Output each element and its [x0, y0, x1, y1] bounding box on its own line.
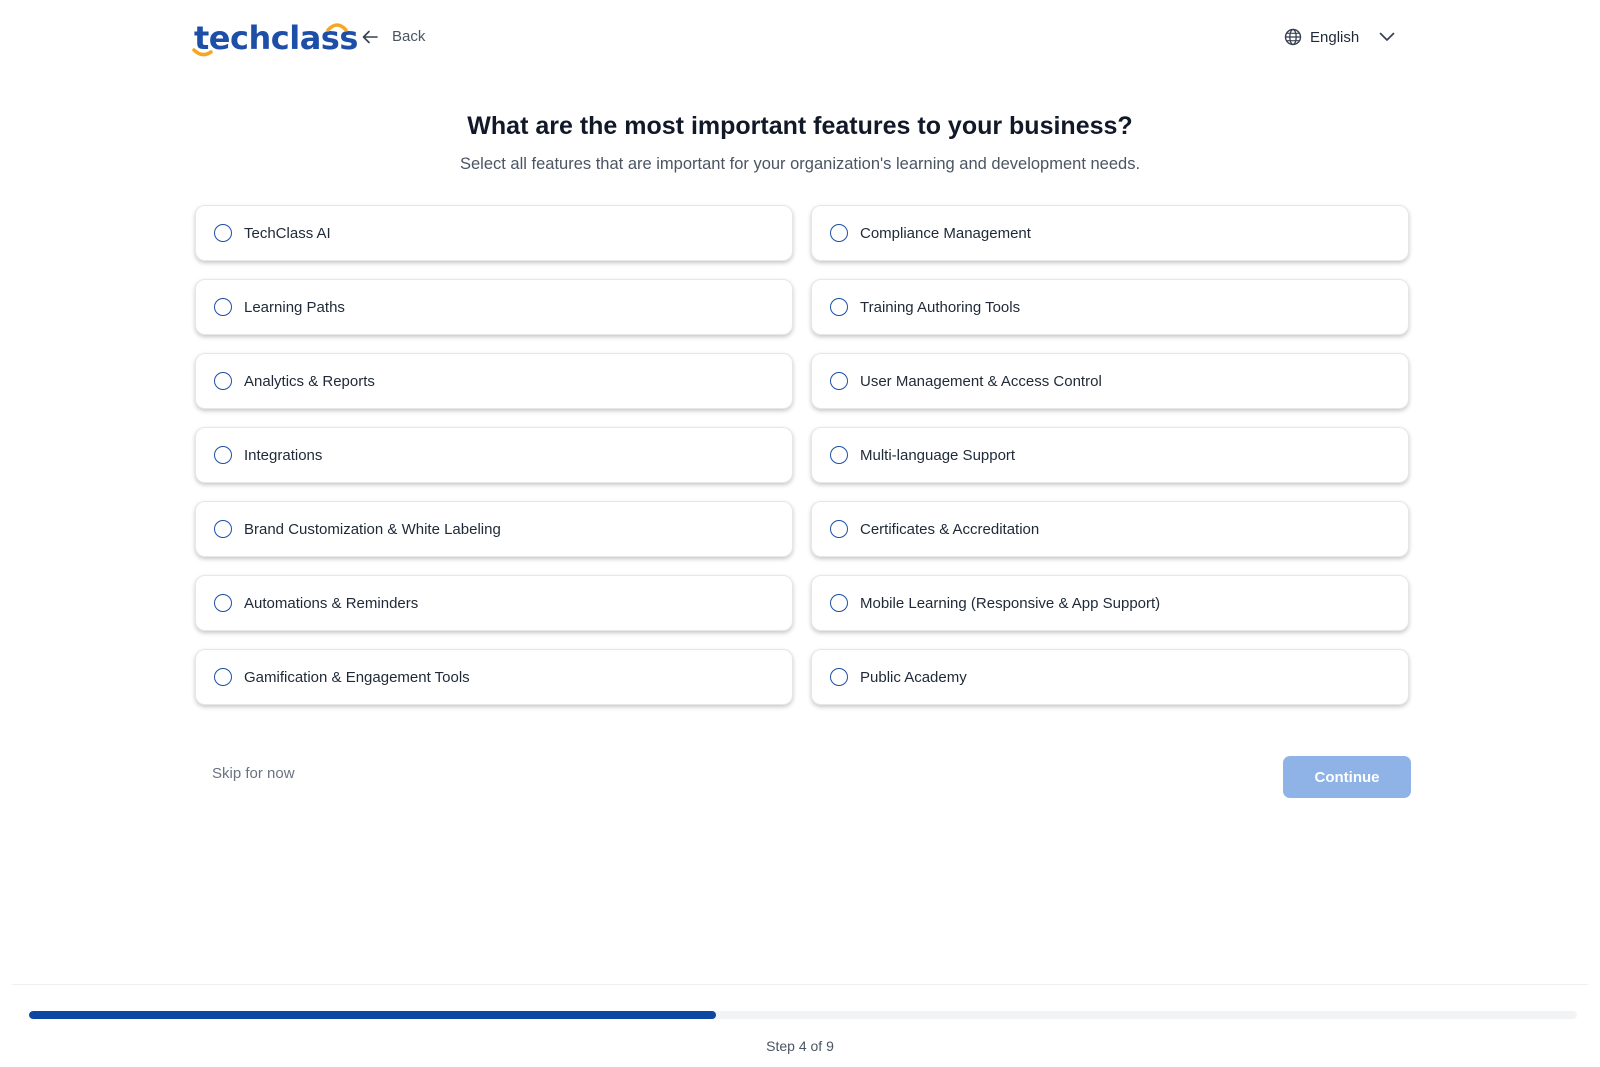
option-label: TechClass AI — [244, 224, 331, 242]
option-label: Integrations — [244, 446, 323, 464]
progress-bar-fill — [29, 1011, 717, 1019]
option-label: Training Authoring Tools — [860, 298, 1021, 316]
radio-circle-icon[interactable] — [214, 520, 232, 538]
option-compliance-management[interactable]: Compliance Management — [811, 205, 1409, 261]
page-title: What are the most important features to … — [467, 112, 1133, 140]
radio-circle-icon[interactable] — [830, 372, 848, 390]
page-subtitle: Select all features that are important f… — [459, 155, 1141, 173]
option-user-management[interactable]: User Management & Access Control — [811, 353, 1409, 409]
option-label: Learning Paths — [244, 298, 345, 316]
header: techclass Back English — [0, 0, 1600, 80]
option-automations-reminders[interactable]: Automations & Reminders — [195, 575, 793, 631]
option-public-academy[interactable]: Public Academy — [811, 649, 1409, 705]
radio-circle-icon[interactable] — [830, 594, 848, 612]
radio-circle-icon[interactable] — [830, 298, 848, 316]
option-label: Gamification & Engagement Tools — [244, 668, 470, 686]
option-label: User Management & Access Control — [860, 372, 1102, 390]
option-label: Public Academy — [860, 668, 967, 686]
option-multi-language-support[interactable]: Multi-language Support — [811, 427, 1409, 483]
radio-circle-icon[interactable] — [830, 446, 848, 464]
option-label: Automations & Reminders — [244, 594, 419, 612]
logo-arc-bottom-icon — [192, 48, 213, 57]
option-label: Brand Customization & White Labeling — [244, 520, 501, 538]
option-label: Multi-language Support — [860, 446, 1016, 464]
arrow-left-icon — [362, 30, 378, 43]
back-label: Back — [392, 28, 426, 45]
techclass-logo[interactable]: techclass — [192, 18, 358, 64]
globe-icon — [1284, 28, 1302, 46]
option-label: Mobile Learning (Responsive & App Suppor… — [860, 594, 1161, 612]
language-label: English — [1310, 28, 1360, 46]
option-brand-customization[interactable]: Brand Customization & White Labeling — [195, 501, 793, 557]
option-mobile-learning[interactable]: Mobile Learning (Responsive & App Suppor… — [811, 575, 1409, 631]
language-selector[interactable]: English — [1284, 28, 1395, 46]
continue-button[interactable]: Continue — [1283, 756, 1411, 798]
radio-circle-icon[interactable] — [830, 224, 848, 242]
radio-circle-icon[interactable] — [214, 668, 232, 686]
radio-circle-icon[interactable] — [830, 520, 848, 538]
option-integrations[interactable]: Integrations — [195, 427, 793, 483]
option-label: Compliance Management — [860, 224, 1031, 242]
radio-circle-icon[interactable] — [830, 668, 848, 686]
radio-circle-icon[interactable] — [214, 224, 232, 242]
option-training-authoring-tools[interactable]: Training Authoring Tools — [811, 279, 1409, 335]
onboarding-page: techclass Back English What are the most… — [0, 0, 1600, 1067]
progress-bar — [29, 1011, 1577, 1019]
radio-circle-icon[interactable] — [214, 372, 232, 390]
radio-circle-icon[interactable] — [214, 594, 232, 612]
step-indicator: Step 4 of 9 — [766, 1038, 834, 1054]
option-label: Certificates & Accreditation — [860, 520, 1040, 538]
option-certificates-accreditation[interactable]: Certificates & Accreditation — [811, 501, 1409, 557]
skip-for-now-link[interactable]: Skip for now — [212, 765, 295, 782]
option-label: Analytics & Reports — [244, 372, 375, 390]
feature-options-grid: TechClass AI Compliance Management Learn… — [195, 205, 1410, 705]
option-gamification[interactable]: Gamification & Engagement Tools — [195, 649, 793, 705]
option-techclass-ai[interactable]: TechClass AI — [195, 205, 793, 261]
option-analytics-reports[interactable]: Analytics & Reports — [195, 353, 793, 409]
logo-arc-top-icon — [326, 23, 348, 32]
footer-divider — [12, 984, 1588, 985]
radio-circle-icon[interactable] — [214, 446, 232, 464]
back-button[interactable]: Back — [362, 28, 425, 45]
option-learning-paths[interactable]: Learning Paths — [195, 279, 793, 335]
chevron-down-icon — [1379, 32, 1395, 41]
radio-circle-icon[interactable] — [214, 298, 232, 316]
